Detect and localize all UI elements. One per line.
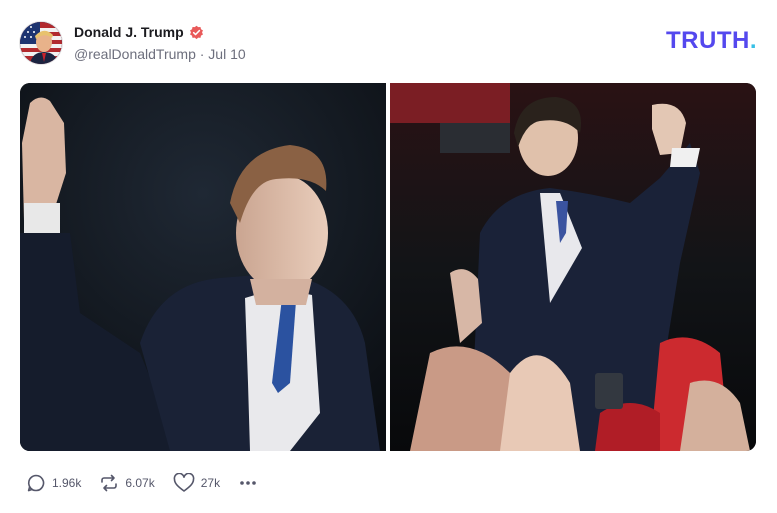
heart-icon xyxy=(173,473,195,492)
media-photo-1[interactable] xyxy=(20,83,386,451)
author-display-name[interactable]: Donald J. Trump xyxy=(74,24,184,40)
verified-badge-icon xyxy=(189,25,203,39)
logo-text: TRUTH xyxy=(666,27,750,54)
author-handle-and-date: @realDonaldTrump · Jul 10 xyxy=(74,46,246,62)
media-photo-2[interactable] xyxy=(390,83,756,451)
like-count: 27k xyxy=(200,476,221,490)
more-options-button[interactable] xyxy=(238,473,258,493)
retruth-button[interactable]: 6.07k xyxy=(99,473,155,493)
logo-dot: . xyxy=(749,27,757,54)
photo-young-man-waving-icon xyxy=(20,83,386,451)
post-header: Donald J. Trump @realDonaldTrump · Jul 1… xyxy=(20,20,757,66)
reply-bubble-icon xyxy=(27,474,45,492)
reply-button[interactable]: 1.96k xyxy=(26,473,81,493)
author-avatar[interactable] xyxy=(20,22,62,64)
avatar-flag-portrait-icon xyxy=(20,22,62,64)
more-dots-icon xyxy=(240,481,256,485)
reply-count: 1.96k xyxy=(52,476,82,490)
author-block: Donald J. Trump @realDonaldTrump · Jul 1… xyxy=(74,22,246,62)
author-name-row: Donald J. Trump xyxy=(74,22,246,42)
media-gallery xyxy=(20,83,756,451)
retruth-arrows-icon xyxy=(101,474,118,492)
like-button[interactable]: 27k xyxy=(173,473,220,493)
retruth-count: 6.07k xyxy=(125,476,155,490)
truth-logo[interactable]: TRUTH. xyxy=(666,27,757,55)
photo-young-man-fist-raised-icon xyxy=(390,83,756,451)
post-actions: 1.96k 6.07k 27k xyxy=(26,472,258,494)
